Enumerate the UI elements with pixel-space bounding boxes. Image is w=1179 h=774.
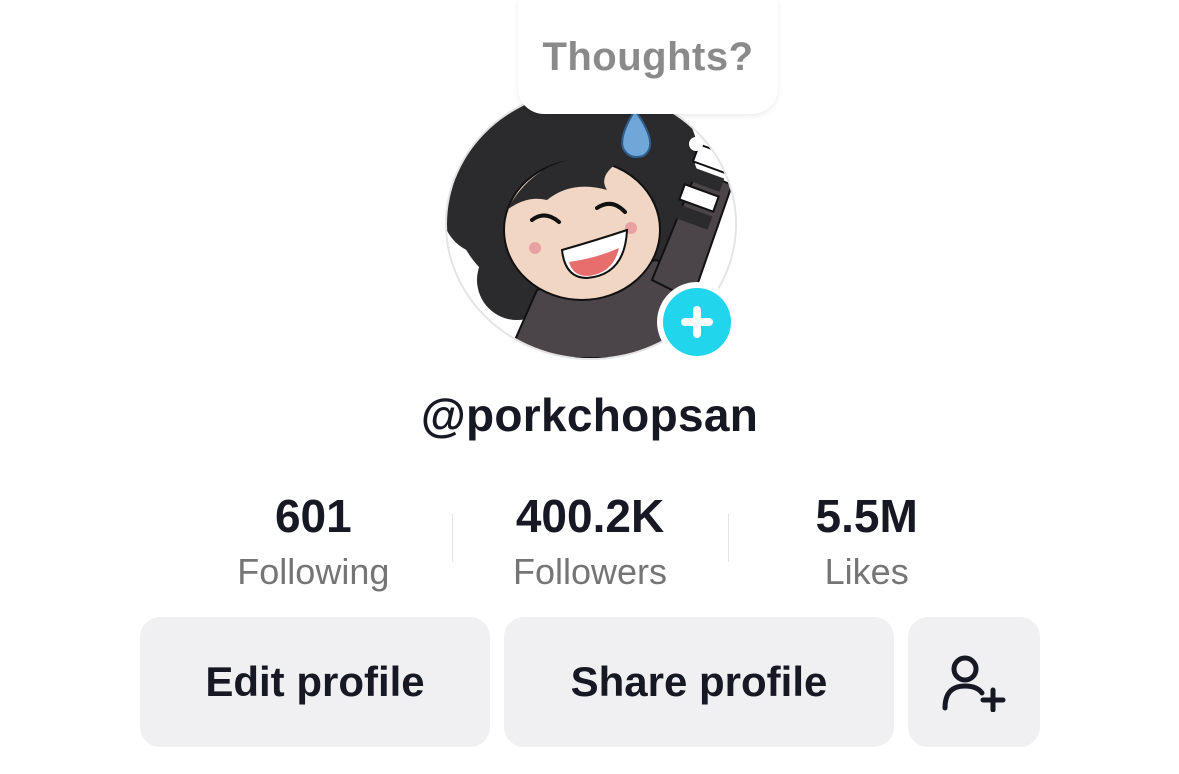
stat-value: 400.2K [515, 490, 665, 542]
stat-likes[interactable]: 5.5M Likes [728, 488, 1005, 598]
edit-profile-button[interactable]: Edit profile [140, 617, 490, 747]
profile-header: Thoughts? @porkchopsan 601 Following 400… [0, 0, 1179, 774]
plus-icon [663, 288, 731, 356]
avatar-container [445, 88, 737, 362]
stats-divider [728, 514, 729, 562]
add-story-button[interactable] [657, 282, 737, 362]
edit-profile-label: Edit profile [205, 658, 425, 705]
stats-divider [452, 514, 453, 562]
stat-followers[interactable]: 400.2K Followers [452, 488, 729, 598]
stats-row: 601 Following 400.2K Followers 5.5M Like… [175, 488, 1005, 598]
stat-label: Likes [824, 551, 909, 592]
share-profile-label: Share profile [570, 658, 828, 705]
add-friend-button[interactable] [908, 617, 1040, 747]
stat-following[interactable]: 601 Following [175, 488, 452, 598]
thoughts-bubble-tail [689, 137, 703, 151]
thoughts-bubble-label: Thoughts? [542, 34, 754, 79]
stat-value: 601 [274, 490, 352, 542]
stat-value: 5.5M [815, 490, 918, 542]
stat-label: Following [237, 551, 390, 592]
thoughts-bubble[interactable]: Thoughts? [518, 0, 778, 114]
username: @porkchopsan [420, 389, 759, 441]
share-profile-button[interactable]: Share profile [504, 617, 894, 747]
stat-label: Followers [512, 551, 668, 592]
add-friend-icon [942, 655, 1006, 712]
